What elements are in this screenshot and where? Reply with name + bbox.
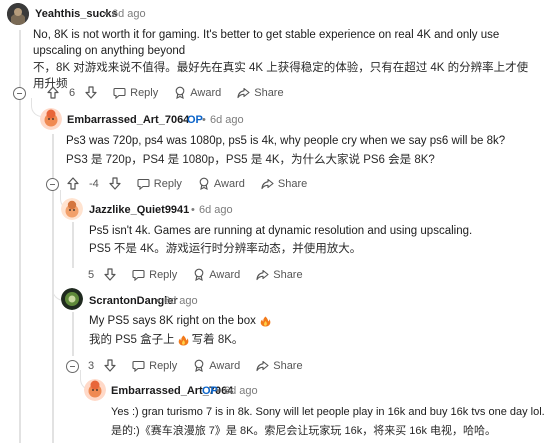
award-button[interactable]: Award — [193, 268, 240, 281]
comment-actions: 5 Reply Award Share — [88, 268, 303, 281]
comment-author[interactable]: Jazzlike_Quiet9941 — [89, 204, 189, 216]
fire-emoji-icon — [178, 335, 189, 345]
upvote-icon — [47, 86, 59, 99]
comment-timestamp[interactable]: 6d ago — [112, 8, 146, 20]
reply-label: Reply — [149, 268, 178, 281]
share-icon — [256, 269, 269, 280]
meta-separator: • — [156, 295, 160, 307]
comment-body: Ps5 isn't 4k. Games are running at dynam… — [89, 225, 473, 237]
collapse-thread-button[interactable] — [13, 87, 26, 100]
collapse-thread-button[interactable] — [66, 360, 79, 373]
award-button[interactable]: Award — [198, 177, 245, 190]
collapse-thread-button[interactable] — [46, 178, 59, 191]
award-icon — [194, 359, 204, 372]
reply-icon — [132, 269, 145, 281]
award-button[interactable]: Award — [174, 86, 221, 99]
upvote-button[interactable] — [47, 86, 59, 99]
share-button[interactable]: Share — [256, 268, 303, 281]
comment-actions: -4 Reply Award Share — [67, 177, 307, 190]
reply-button[interactable]: Reply — [132, 360, 177, 372]
downvote-icon — [104, 359, 116, 372]
comment-translation-part: 写着 8K。 — [191, 334, 244, 346]
thread-line[interactable] — [52, 300, 54, 443]
award-label: Award — [209, 359, 241, 372]
thread-line[interactable] — [52, 134, 54, 178]
reply-icon — [137, 178, 150, 190]
award-button[interactable]: Award — [193, 359, 240, 372]
vote-count: -4 — [89, 177, 99, 190]
comment-timestamp[interactable]: 6d ago — [210, 114, 244, 126]
comment-body-text: My PS5 says 8K right on the box — [89, 315, 256, 327]
reply-icon — [132, 360, 145, 372]
downvote-button[interactable] — [109, 177, 121, 190]
share-label: Share — [277, 177, 308, 190]
thread-line[interactable] — [72, 312, 74, 356]
vote-count: 3 — [88, 359, 95, 372]
downvote-icon — [109, 177, 121, 190]
comment-translation: 是的:)《赛车浪漫旅 7》是 8K。索尼会让玩家玩 16k，将来买 16k 电视… — [111, 425, 497, 437]
award-label: Award — [209, 268, 241, 281]
fire-emoji-icon — [260, 316, 271, 326]
thread-line[interactable] — [72, 222, 74, 268]
meta-separator: • — [191, 204, 195, 216]
comment-timestamp[interactable]: 6d ago — [164, 295, 198, 307]
comment-body: Ps3 was 720p, ps4 was 1080p, ps5 is 4k, … — [66, 135, 506, 147]
comment-author[interactable]: Embarrassed_Art_7064 — [67, 114, 189, 126]
reply-icon — [113, 87, 126, 99]
avatar[interactable] — [61, 288, 83, 310]
vote-count: 6 — [69, 86, 76, 99]
downvote-button[interactable] — [104, 359, 116, 372]
meta-separator: • — [216, 385, 220, 397]
reply-button[interactable]: Reply — [132, 269, 177, 281]
avatar[interactable] — [84, 379, 106, 401]
comment-body: My PS5 says 8K right on the box — [89, 313, 529, 329]
share-button[interactable]: Share — [237, 86, 284, 99]
comment-body: Yes :) gran turismo 7 is in 8k. Sony wil… — [111, 406, 545, 418]
comment-translation: PS3 是 720p，PS4 是 1080p，PS5 是 4K，为什么大家说 P… — [66, 154, 435, 166]
comment-timestamp[interactable]: 6d ago — [199, 204, 233, 216]
downvote-icon — [85, 86, 97, 99]
reply-label: Reply — [149, 359, 178, 372]
share-icon — [237, 87, 250, 98]
upvote-button[interactable] — [67, 177, 79, 190]
thread-line[interactable] — [19, 98, 21, 443]
comment-timestamp[interactable]: 6d ago — [224, 385, 258, 397]
share-icon — [261, 178, 274, 189]
award-icon — [199, 177, 209, 190]
share-label: Share — [273, 268, 303, 281]
reply-label: Reply — [153, 177, 182, 190]
award-icon — [175, 86, 185, 99]
op-badge: OP — [187, 114, 203, 126]
upvote-icon — [67, 177, 79, 190]
downvote-button[interactable] — [104, 268, 116, 281]
comment-actions: 6 Reply Award Share — [47, 86, 284, 99]
downvote-button[interactable] — [85, 86, 97, 99]
share-icon — [256, 360, 269, 371]
vote-count: 5 — [88, 268, 95, 281]
award-label: Award — [190, 86, 222, 99]
award-icon — [194, 268, 204, 281]
share-button[interactable]: Share — [256, 359, 303, 372]
share-button[interactable]: Share — [261, 178, 307, 190]
avatar[interactable] — [7, 3, 29, 25]
avatar[interactable] — [40, 108, 62, 130]
meta-separator: • — [104, 8, 108, 20]
reply-button[interactable]: Reply — [113, 87, 158, 99]
comment-body: No, 8K is not worth it for gaming. It's … — [33, 29, 500, 57]
award-label: Award — [213, 177, 245, 190]
downvote-icon — [104, 268, 116, 281]
comment-translation: PS5 不是 4K。游戏运行时分辨率动态，并使用放大。 — [89, 243, 362, 255]
comment-actions: 3 Reply Award Share — [88, 359, 303, 372]
comment-translation-part: 我的 PS5 盒子上 — [89, 334, 175, 346]
meta-separator: • — [202, 114, 206, 126]
share-label: Share — [273, 359, 303, 372]
comment-translation: 我的 PS5 盒子上 写着 8K。 — [89, 332, 529, 348]
avatar[interactable] — [61, 198, 83, 220]
thread-line[interactable] — [19, 30, 21, 92]
reply-button[interactable]: Reply — [137, 178, 182, 190]
reply-label: Reply — [130, 86, 159, 99]
share-label: Share — [254, 86, 284, 99]
